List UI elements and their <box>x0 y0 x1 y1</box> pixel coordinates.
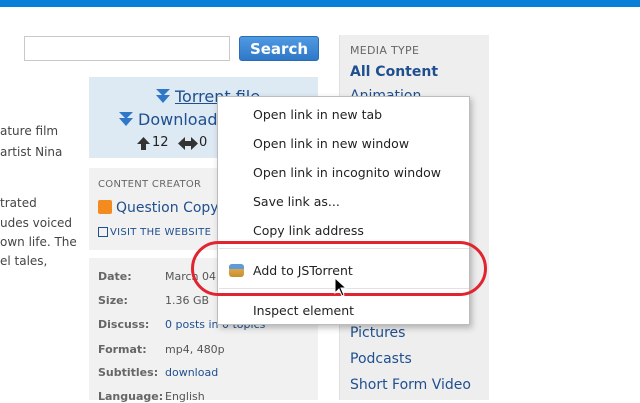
download-arrow-icon <box>119 112 133 126</box>
menu-open-incognito[interactable]: Open link in incognito window <box>218 159 469 185</box>
description-line: trated <box>0 196 37 210</box>
description-line: el tales, <box>0 254 48 268</box>
sidebar-item-all-content[interactable]: All Content <box>350 64 438 80</box>
visit-website-link[interactable]: VISIT THE WEBSITE <box>110 227 211 238</box>
download-arrow-icon <box>156 89 170 103</box>
seeds-count: 12 <box>152 135 169 150</box>
menu-open-new-window[interactable]: Open link in new window <box>218 130 469 156</box>
meta-key: Size: <box>98 294 128 307</box>
search-button[interactable]: Search <box>239 36 319 61</box>
mouse-cursor-icon <box>334 277 348 297</box>
sidebar-item-pictures[interactable]: Pictures <box>350 325 405 341</box>
meta-key: Discuss: <box>98 318 150 331</box>
meta-key: Format: <box>98 343 147 356</box>
media-type-heading: MEDIA TYPE <box>350 44 420 57</box>
rss-icon <box>98 200 112 214</box>
description-line: own life. The <box>0 235 77 249</box>
subtitles-link[interactable]: download <box>165 366 218 379</box>
meta-key: Subtitles: <box>98 366 159 379</box>
content-creator-heading: CONTENT CREATOR <box>98 179 202 190</box>
top-bar <box>0 0 640 7</box>
meta-key: Date: <box>98 270 132 283</box>
peers-count: 0 <box>199 135 208 150</box>
description-line: artist Nina <box>0 145 63 159</box>
description-line: udes voiced <box>0 216 73 230</box>
menu-open-new-tab[interactable]: Open link in new tab <box>218 101 469 127</box>
peers-arrow-icon <box>178 137 198 150</box>
meta-value: English <box>165 390 205 403</box>
external-link-icon <box>98 227 108 237</box>
menu-save-link-as[interactable]: Save link as... <box>218 188 469 214</box>
search-input[interactable] <box>24 36 230 61</box>
meta-value: mp4, 480p <box>165 343 225 356</box>
sidebar-item-short-form-video[interactable]: Short Form Video <box>350 377 471 393</box>
menu-copy-link-address[interactable]: Copy link address <box>218 217 469 243</box>
meta-key: Language: <box>98 390 164 403</box>
creator-link[interactable]: Question Copyri <box>116 200 228 216</box>
meta-value: 1.36 GB <box>165 294 210 307</box>
menu-inspect-element[interactable]: Inspect element <box>218 297 469 323</box>
description-line: ature film <box>0 124 59 138</box>
seed-arrow-icon <box>137 137 150 150</box>
sidebar-item-podcasts[interactable]: Podcasts <box>350 351 412 367</box>
